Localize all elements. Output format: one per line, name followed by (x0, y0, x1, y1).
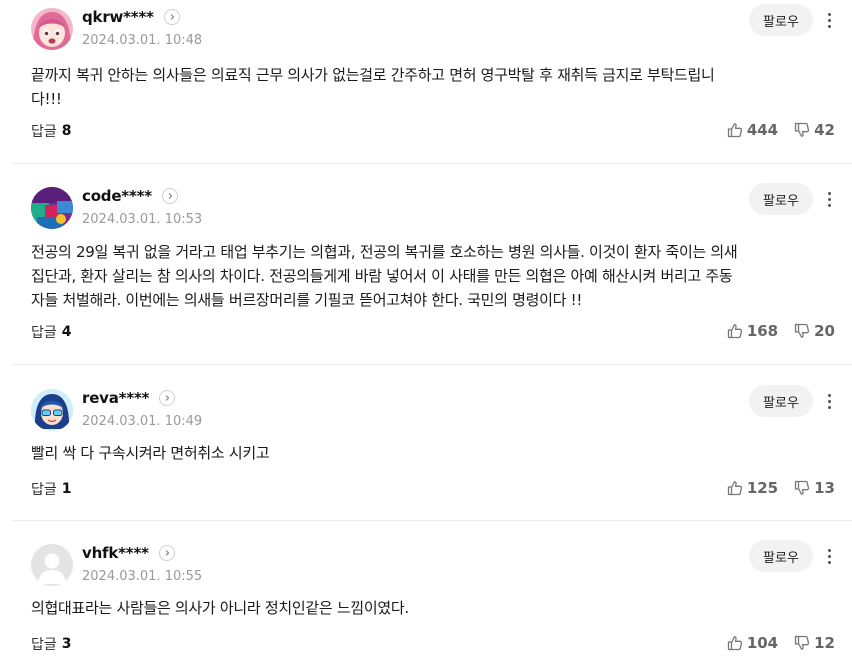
thumbs-down-icon (794, 323, 810, 338)
dislike-count: 13 (814, 479, 835, 497)
reply-button[interactable]: 답글 4 (31, 322, 72, 342)
timestamp: 2024.03.01. 10:48 (82, 33, 203, 48)
timestamp: 2024.03.01. 10:55 (82, 569, 203, 584)
comment-text: 끝까지 복귀 안하는 의사들은 의료직 근무 의사가 없는걸로 간주하고 면허 … (31, 66, 715, 108)
reply-button[interactable]: 답글 1 (31, 479, 72, 499)
follow-button[interactable]: 팔로우 (749, 385, 813, 417)
dislike-count: 12 (814, 634, 835, 652)
thumbs-up-icon (727, 324, 742, 339)
chevron-right-icon[interactable] (158, 545, 175, 561)
follow-button[interactable]: 팔로우 (749, 540, 813, 572)
avatar[interactable] (31, 389, 73, 431)
thumbs-down-icon (794, 122, 810, 137)
thumbs-up-icon (727, 481, 742, 496)
like-button[interactable]: 125 (727, 479, 778, 497)
avatar[interactable] (31, 8, 73, 50)
chevron-right-icon[interactable] (161, 188, 178, 204)
more-options-icon[interactable] (822, 9, 836, 31)
timestamp: 2024.03.01. 10:53 (82, 212, 203, 227)
reply-label: 답글 (31, 124, 57, 140)
chevron-right-icon[interactable] (163, 9, 180, 25)
divider (12, 520, 852, 521)
thumbs-up-icon (727, 123, 742, 138)
thumbs-down-icon (794, 480, 810, 495)
dislike-button[interactable]: 12 (794, 634, 835, 652)
reply-button[interactable]: 답글 8 (31, 121, 72, 141)
dislike-count: 42 (814, 121, 835, 139)
like-button[interactable]: 444 (727, 121, 778, 139)
reply-count: 8 (61, 123, 72, 139)
divider (12, 163, 852, 164)
like-count: 444 (746, 121, 779, 139)
username[interactable]: qkrw**** (82, 8, 154, 26)
dislike-button[interactable]: 20 (794, 322, 835, 340)
follow-button[interactable]: 팔로우 (749, 4, 813, 36)
like-button[interactable]: 104 (727, 634, 778, 652)
dislike-button[interactable]: 42 (794, 121, 835, 139)
more-options-icon[interactable] (822, 188, 836, 210)
timestamp: 2024.03.01. 10:49 (82, 414, 203, 429)
reply-button[interactable]: 답글 3 (31, 634, 72, 654)
avatar[interactable] (31, 187, 73, 229)
abstract-avatar-icon (31, 187, 73, 229)
dislike-button[interactable]: 13 (794, 479, 835, 497)
anime-avatar-icon (31, 8, 73, 50)
more-options-icon[interactable] (822, 545, 836, 567)
reply-count: 3 (61, 636, 72, 652)
username[interactable]: reva**** (82, 389, 149, 407)
like-count: 125 (746, 479, 779, 497)
username[interactable]: vhfk**** (82, 544, 149, 562)
more-options-icon[interactable] (822, 390, 836, 412)
reply-count: 1 (61, 481, 72, 497)
reply-label: 답글 (31, 637, 57, 653)
thumbs-down-icon (794, 635, 810, 650)
comment-text: 의협대표라는 사람들은 의사가 아니라 정치인같은 느낌이였다. (31, 599, 409, 617)
avatar[interactable] (31, 544, 73, 586)
reply-label: 답글 (31, 482, 57, 498)
thumbs-up-icon (727, 636, 742, 651)
like-count: 104 (746, 634, 779, 652)
like-count: 168 (746, 322, 779, 340)
like-button[interactable]: 168 (727, 322, 778, 340)
dislike-count: 20 (814, 322, 835, 340)
divider (12, 364, 852, 365)
chevron-right-icon[interactable] (159, 390, 176, 406)
comment-text: 전공의 29일 복귀 없을 거라고 태업 부추기는 의협과, 전공의 복귀를 호… (31, 243, 738, 309)
reply-label: 답글 (31, 325, 57, 341)
default-user-icon (31, 544, 73, 586)
comment-text: 빨리 싹 다 구속시켜라 면허취소 시키고 (31, 444, 270, 462)
follow-button[interactable]: 팔로우 (749, 183, 813, 215)
username[interactable]: code**** (82, 187, 152, 205)
reply-count: 4 (61, 324, 72, 340)
cartoon-avatar-icon (31, 389, 73, 431)
